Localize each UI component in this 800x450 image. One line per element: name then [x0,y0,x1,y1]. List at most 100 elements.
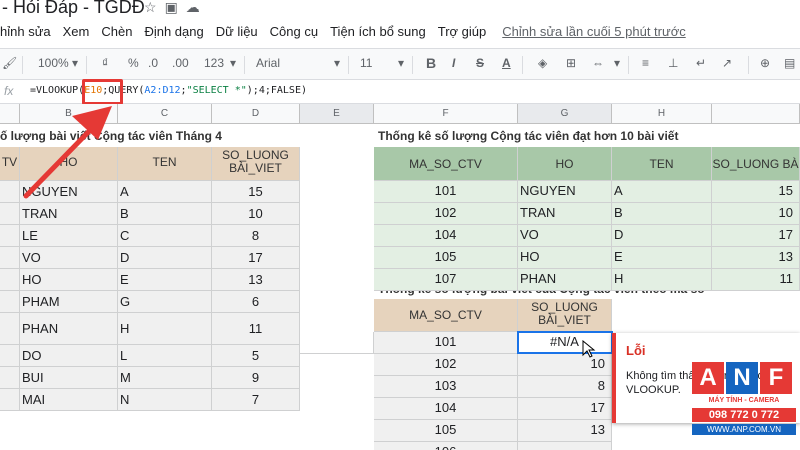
lookup-table-cell[interactable]: 105 [374,420,518,442]
right-table-cell[interactable]: B [612,203,712,225]
decrease-decimal-button[interactable]: .0 [148,56,158,70]
font-select[interactable]: Arial [256,56,280,70]
lookup-table-cell[interactable]: 13 [518,420,612,442]
formula-text[interactable]: =VLOOKUP(E10;QUERY(A2:D12;"SELECT *");4;… [30,85,307,96]
lookup-table-cell[interactable]: 106 [374,442,518,450]
right-table-cell[interactable]: TRAN [518,203,612,225]
left-table-cell[interactable]: A [118,181,212,203]
left-table-cell[interactable] [0,291,20,313]
right-table-cell[interactable]: D [612,225,712,247]
document-title[interactable]: - Hỏi Đáp - TGDĐ [2,0,145,18]
left-table-cell[interactable]: MAI [20,389,118,411]
menu-help[interactable]: Trợ giúp [438,24,487,39]
left-table-cell[interactable]: NGUYEN [20,181,118,203]
move-folder-icon[interactable]: ▣ [165,0,178,16]
left-table-cell[interactable] [0,225,20,247]
left-table-cell[interactable]: M [118,367,212,389]
paint-format-icon[interactable]: 🖌 [2,56,17,70]
last-edit-link[interactable]: Chỉnh sửa lần cuối 5 phút trước [502,24,685,39]
lookup-table-cell[interactable]: 10 [518,354,612,376]
borders-icon[interactable]: ⊞ [566,56,576,70]
right-table-cell[interactable]: NGUYEN [518,181,612,203]
number-format-select[interactable]: 123 [204,56,224,70]
lookup-table-cell[interactable]: 8 [518,376,612,398]
left-table-cell[interactable]: H [118,313,212,345]
right-table-cell[interactable]: 102 [374,203,518,225]
left-table-cell[interactable]: L [118,345,212,367]
left-table-cell[interactable]: TRAN [20,203,118,225]
left-table-cell[interactable]: HO [20,269,118,291]
left-table-cell[interactable]: D [118,247,212,269]
chevron-down-icon[interactable]: ▾ [614,56,620,70]
merge-cells-icon[interactable]: ⇔ [592,56,604,70]
chevron-down-icon[interactable]: ▾ [334,56,340,70]
zoom-select[interactable]: 100% [38,56,69,70]
fill-color-icon[interactable]: ◈ [538,56,547,70]
text-color-icon[interactable]: A [502,56,511,70]
left-table-cell[interactable]: G [118,291,212,313]
increase-decimal-button[interactable]: .00 [172,56,189,70]
column-header-e[interactable]: E [300,104,374,124]
right-table-cell[interactable]: E [612,247,712,269]
horizontal-align-icon[interactable]: ≡ [642,56,649,70]
menu-addons[interactable]: Tiện ích bổ sung [330,24,426,39]
right-table-cell[interactable]: VO [518,225,612,247]
active-cell-selection[interactable] [517,331,613,354]
column-header-i[interactable] [712,104,800,124]
right-table-cell[interactable]: HO [518,247,612,269]
left-table-cell[interactable]: 11 [212,313,300,345]
lookup-table-cell[interactable]: 101 [374,332,518,354]
menu-edit[interactable]: hỉnh sửa [0,24,51,39]
left-table-cell[interactable]: N [118,389,212,411]
strikethrough-icon[interactable]: S [476,56,484,70]
left-table-cell[interactable] [0,269,20,291]
left-table-cell[interactable]: 8 [212,225,300,247]
column-header-d[interactable]: D [212,104,300,124]
text-wrap-icon[interactable]: ↵ [696,56,706,70]
lookup-table-cell[interactable]: 102 [374,354,518,376]
lookup-table-cell[interactable] [518,442,612,450]
left-table-cell[interactable]: PHAN [20,313,118,345]
left-table-cell[interactable]: BUI [20,367,118,389]
right-table-cell[interactable]: H [612,269,712,291]
menu-insert[interactable]: Chèn [101,24,132,39]
left-table-cell[interactable]: C [118,225,212,247]
right-table-cell[interactable]: 101 [374,181,518,203]
left-table-cell[interactable] [0,389,20,411]
left-table-cell[interactable]: DO [20,345,118,367]
right-table-cell[interactable]: PHAN [518,269,612,291]
right-table-cell[interactable]: A [612,181,712,203]
left-table-cell[interactable]: 17 [212,247,300,269]
column-header-b[interactable]: B [20,104,118,124]
right-table-cell[interactable]: 13 [712,247,800,269]
left-table-cell[interactable]: VO [20,247,118,269]
left-table-cell[interactable]: 13 [212,269,300,291]
right-table-cell[interactable]: 105 [374,247,518,269]
lookup-table-cell[interactable]: 17 [518,398,612,420]
right-table-cell[interactable]: 10 [712,203,800,225]
left-table-cell[interactable]: 5 [212,345,300,367]
left-table-cell[interactable]: B [118,203,212,225]
right-table-cell[interactable]: 107 [374,269,518,291]
right-table-cell[interactable]: 17 [712,225,800,247]
menu-data[interactable]: Dữ liệu [216,24,258,39]
left-table-cell[interactable] [0,181,20,203]
menu-tools[interactable]: Công cụ [270,24,318,39]
menu-view[interactable]: Xem [63,24,90,39]
chevron-down-icon[interactable]: ▾ [230,56,236,70]
left-table-cell[interactable] [0,203,20,225]
insert-link-icon[interactable]: ⊕ [760,56,770,70]
percent-format-button[interactable]: % [128,56,139,70]
insert-comment-icon[interactable]: ▤ [784,56,795,70]
left-table-cell[interactable] [0,247,20,269]
column-header-h[interactable]: H [612,104,712,124]
right-table-cell[interactable]: 11 [712,269,800,291]
left-table-cell[interactable]: PHAM [20,291,118,313]
right-table-cell[interactable]: 104 [374,225,518,247]
left-table-cell[interactable] [0,367,20,389]
left-table-cell[interactable] [0,313,20,345]
menu-format[interactable]: Định dạng [144,24,203,39]
cell-e10[interactable] [300,332,374,354]
left-table-cell[interactable]: 7 [212,389,300,411]
left-table-cell[interactable]: 6 [212,291,300,313]
